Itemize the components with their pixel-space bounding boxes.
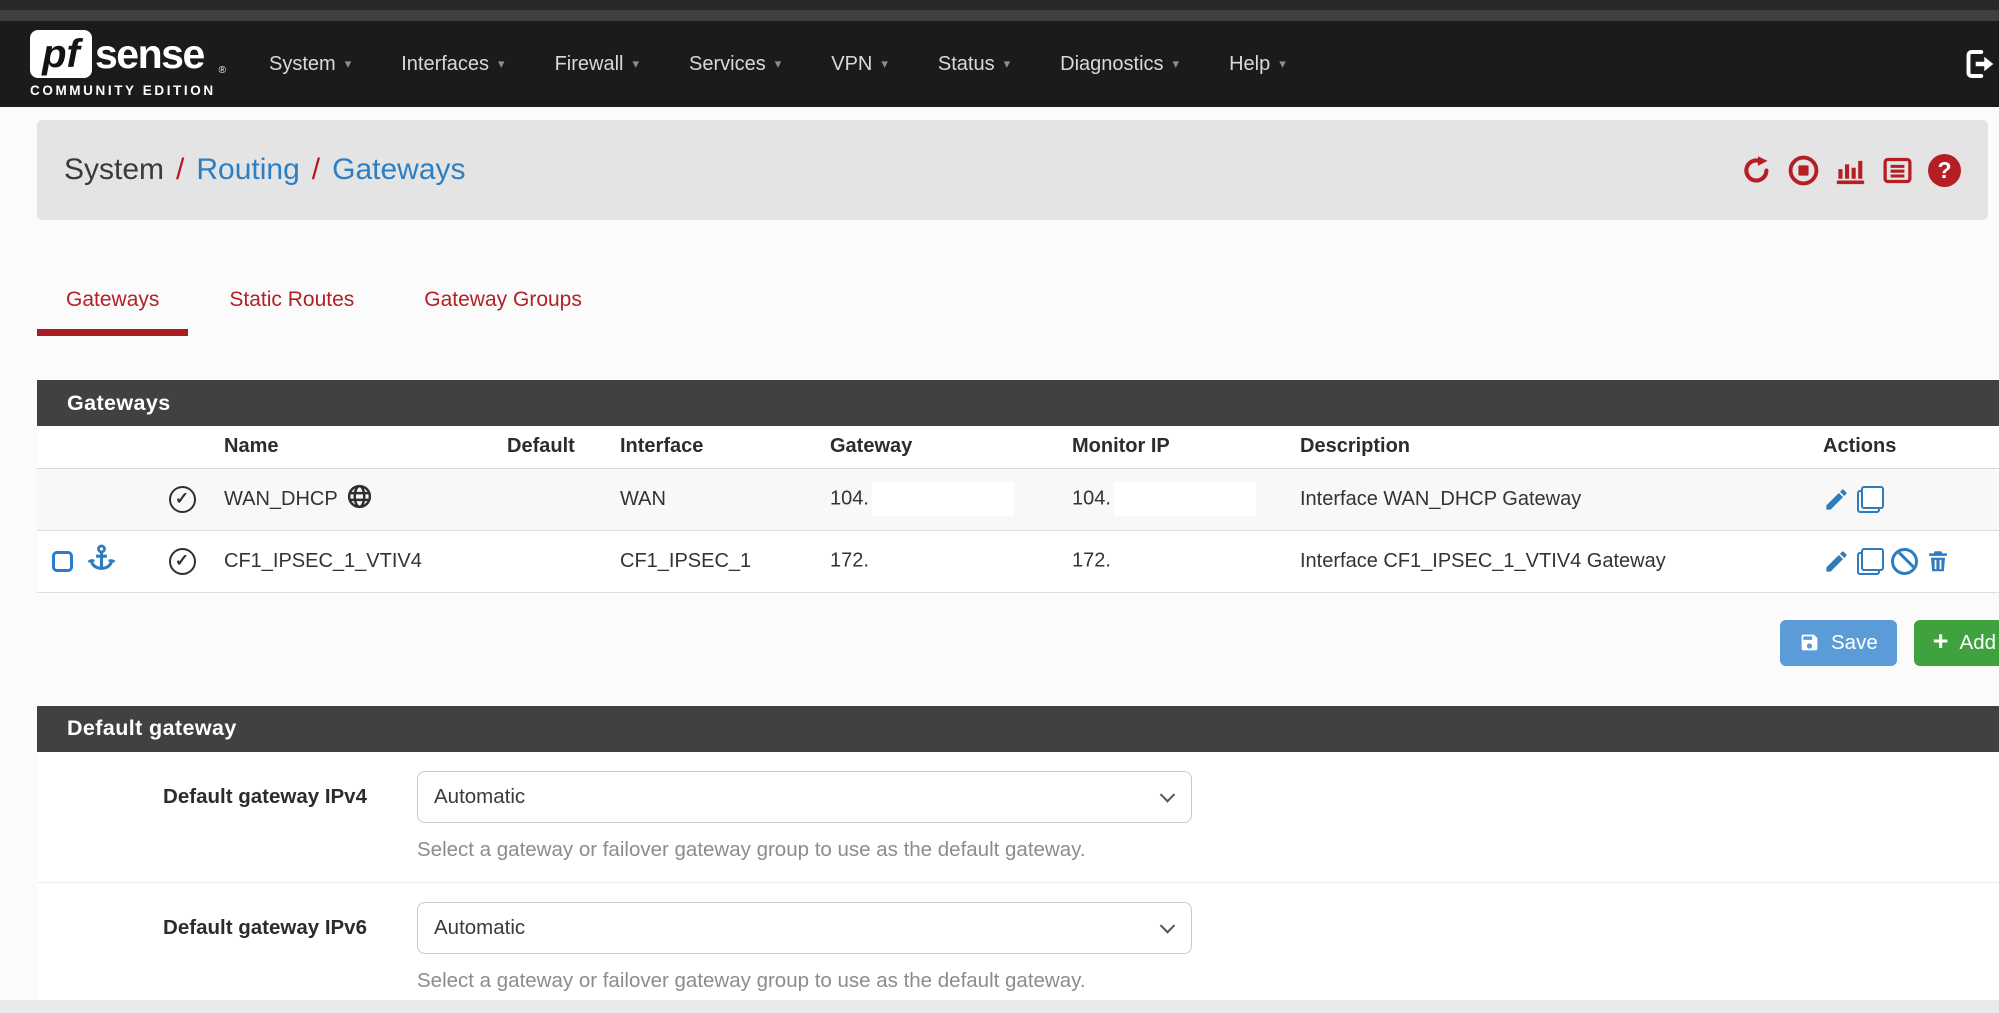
stop-icon[interactable] bbox=[1787, 154, 1820, 187]
description-cell: Interface WAN_DHCP Gateway bbox=[1287, 468, 1777, 530]
pfsense-logo[interactable]: pf sense ® COMMUNITY EDITION bbox=[30, 30, 218, 98]
logo-sense: sense bbox=[95, 34, 204, 75]
interface-cell: WAN bbox=[592, 468, 797, 530]
ipv6-help-text: Select a gateway or failover gateway gro… bbox=[417, 969, 1192, 993]
tab-bar: Gateways Static Routes Gateway Groups bbox=[37, 288, 1999, 336]
caret-down-icon: ▾ bbox=[498, 56, 505, 72]
th-status bbox=[152, 426, 212, 468]
save-button[interactable]: Save bbox=[1780, 620, 1897, 666]
logo-pf-box: pf bbox=[30, 30, 92, 78]
status-online-icon: ✓ bbox=[169, 548, 196, 575]
interface-cell: CF1_IPSEC_1 bbox=[592, 530, 797, 592]
ipv4-label: Default gateway IPv4 bbox=[37, 771, 417, 862]
th-gateway: Gateway bbox=[797, 426, 1037, 468]
caret-down-icon: ▾ bbox=[1173, 56, 1180, 72]
breadcrumb-separator: / bbox=[176, 153, 184, 186]
default-gateway-ipv4-row: Default gateway IPv4 Automatic Select a … bbox=[37, 752, 1999, 883]
tab-static-routes[interactable]: Static Routes bbox=[200, 288, 383, 336]
breadcrumb-link-gateways[interactable]: Gateways bbox=[332, 153, 465, 186]
caret-down-icon: ▾ bbox=[345, 56, 352, 72]
th-default: Default bbox=[507, 426, 592, 468]
nav-item-services[interactable]: Services▾ bbox=[664, 21, 806, 107]
nav-item-help[interactable]: Help▾ bbox=[1204, 21, 1311, 107]
tab-gateway-groups[interactable]: Gateway Groups bbox=[395, 288, 611, 336]
nav-item-firewall[interactable]: Firewall▾ bbox=[530, 21, 664, 107]
logout-icon[interactable] bbox=[1961, 46, 1997, 82]
add-gateway-button[interactable]: + Add bbox=[1914, 620, 1999, 666]
nav-item-diagnostics[interactable]: Diagnostics▾ bbox=[1035, 21, 1204, 107]
edit-icon[interactable] bbox=[1823, 548, 1850, 575]
gateway-name: WAN_DHCP bbox=[224, 488, 338, 511]
row-checkbox[interactable] bbox=[52, 551, 73, 572]
table-row-cf1-ipsec: ✓ CF1_IPSEC_1_VTIV4 CF1_IPSEC_1 172. 172… bbox=[37, 530, 1999, 592]
window-sub-strip bbox=[0, 10, 1999, 21]
caret-down-icon: ▾ bbox=[775, 56, 782, 72]
gateways-table: Name Default Interface Gateway Monitor I… bbox=[37, 426, 1999, 593]
redaction-box bbox=[1114, 482, 1256, 516]
edit-icon[interactable] bbox=[1823, 486, 1850, 513]
breadcrumb-separator: / bbox=[312, 153, 320, 186]
globe-icon bbox=[346, 483, 373, 516]
default-flag bbox=[507, 530, 592, 592]
default-gateway-ipv6-row: Default gateway IPv6 Automatic Select a … bbox=[37, 883, 1999, 1013]
gateways-panel: Gateways Name Default Interface Gateway … bbox=[37, 380, 1999, 666]
th-monitor-ip: Monitor IP bbox=[1037, 426, 1287, 468]
th-bulk bbox=[37, 426, 152, 468]
caret-down-icon: ▾ bbox=[881, 56, 888, 72]
ipv4-gateway-select[interactable]: Automatic bbox=[417, 771, 1192, 823]
caret-down-icon: ▾ bbox=[1004, 56, 1011, 72]
default-gateway-panel: Default gateway Default gateway IPv4 Aut… bbox=[37, 706, 1999, 1013]
ipv4-help-text: Select a gateway or failover gateway gro… bbox=[417, 838, 1192, 862]
caret-down-icon: ▾ bbox=[1279, 56, 1286, 72]
table-header-row: Name Default Interface Gateway Monitor I… bbox=[37, 426, 1999, 468]
page-bottom-strip bbox=[0, 1000, 1999, 1013]
log-list-icon[interactable] bbox=[1881, 154, 1914, 187]
redaction-box bbox=[872, 482, 1014, 516]
th-actions: Actions bbox=[1777, 426, 1999, 468]
ipv6-gateway-select[interactable]: Automatic bbox=[417, 902, 1192, 954]
ban-icon[interactable] bbox=[1891, 548, 1918, 575]
nav-item-interfaces[interactable]: Interfaces▾ bbox=[376, 21, 529, 107]
gateways-panel-title: Gateways bbox=[37, 380, 1999, 426]
status-online-icon: ✓ bbox=[169, 486, 196, 513]
breadcrumb-link-routing[interactable]: Routing bbox=[196, 153, 299, 186]
help-icon[interactable]: ? bbox=[1928, 154, 1961, 187]
redaction-box bbox=[872, 544, 1014, 578]
caret-down-icon: ▾ bbox=[632, 56, 639, 72]
anchor-icon bbox=[86, 543, 117, 580]
tab-gateways[interactable]: Gateways bbox=[37, 288, 188, 336]
breadcrumb-section: System bbox=[64, 153, 164, 186]
th-name: Name bbox=[212, 426, 507, 468]
nav-item-system[interactable]: System▾ bbox=[244, 21, 376, 107]
chart-bar-icon[interactable] bbox=[1834, 154, 1867, 187]
floppy-icon bbox=[1799, 632, 1820, 653]
default-gateway-panel-title: Default gateway bbox=[37, 706, 1999, 752]
monitor-ip: 104. bbox=[1072, 487, 1111, 509]
table-row-wan-dhcp: ✓ WAN_DHCP WAN 104. 1 bbox=[37, 468, 1999, 530]
nav-item-vpn[interactable]: VPN▾ bbox=[806, 21, 913, 107]
main-menu: System▾ Interfaces▾ Firewall▾ Services▾ … bbox=[244, 21, 1311, 107]
th-description: Description bbox=[1287, 426, 1777, 468]
registered-mark: ® bbox=[219, 65, 226, 76]
copy-icon[interactable] bbox=[1857, 486, 1884, 513]
logo-subtitle: COMMUNITY EDITION bbox=[30, 83, 218, 98]
default-flag bbox=[507, 468, 592, 530]
window-top-strip bbox=[0, 0, 1999, 10]
redaction-box bbox=[1114, 544, 1256, 578]
nav-item-status[interactable]: Status▾ bbox=[913, 21, 1035, 107]
copy-icon[interactable] bbox=[1857, 548, 1884, 575]
th-interface: Interface bbox=[592, 426, 797, 468]
plus-icon: + bbox=[1933, 628, 1949, 655]
ipv6-label: Default gateway IPv6 bbox=[37, 902, 417, 993]
breadcrumb: System / Routing / Gateways bbox=[37, 120, 1988, 220]
description-cell: Interface CF1_IPSEC_1_VTIV4 Gateway bbox=[1287, 530, 1777, 592]
top-navbar: pf sense ® COMMUNITY EDITION System▾ Int… bbox=[0, 21, 1999, 107]
gateway-ip: 172. bbox=[830, 549, 869, 571]
monitor-ip: 172. bbox=[1072, 549, 1111, 571]
gateway-name: CF1_IPSEC_1_VTIV4 bbox=[224, 550, 422, 573]
refresh-icon[interactable] bbox=[1740, 154, 1773, 187]
trash-icon[interactable] bbox=[1925, 548, 1951, 574]
gateway-ip: 104. bbox=[830, 487, 869, 509]
